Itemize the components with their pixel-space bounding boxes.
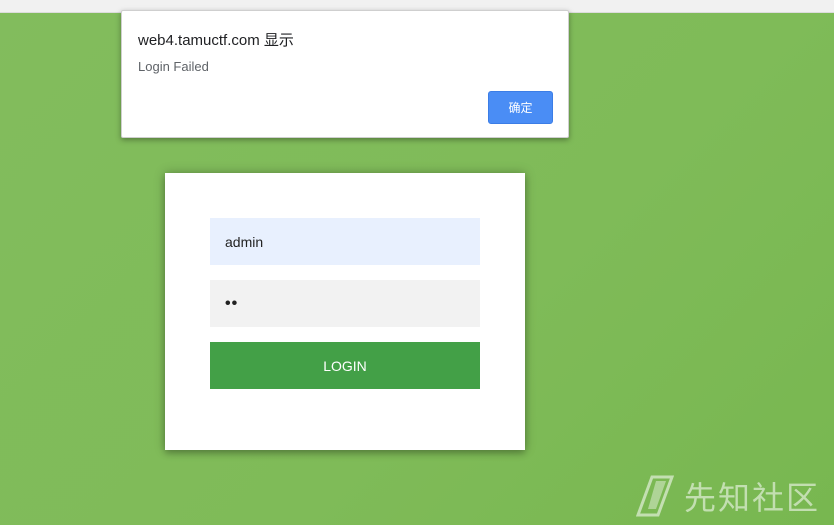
login-button[interactable]: LOGIN — [210, 342, 480, 389]
alert-title: web4.tamuctf.com 显示 — [138, 32, 294, 49]
alert-dialog: web4.tamuctf.com 显示 Login Failed 确定 — [121, 10, 569, 138]
alert-ok-button[interactable]: 确定 — [488, 91, 553, 124]
watermark: 先知社区 — [635, 473, 820, 519]
xianzhi-logo-icon — [635, 475, 674, 517]
username-field[interactable]: admin — [210, 218, 480, 265]
password-mask: •• — [225, 294, 239, 312]
username-value: admin — [225, 233, 264, 250]
password-field[interactable]: •• — [210, 280, 480, 327]
login-card: admin •• LOGIN — [165, 173, 525, 450]
watermark-text: 先知社区 — [683, 479, 820, 517]
alert-message: Login Failed — [138, 59, 209, 74]
